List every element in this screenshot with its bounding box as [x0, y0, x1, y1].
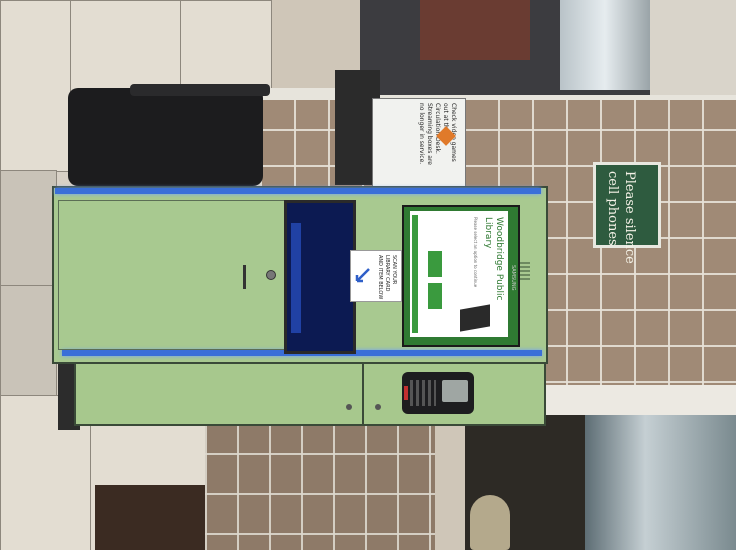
trash-can [68, 88, 263, 186]
door-handle[interactable] [243, 265, 246, 289]
instruction-note: SCAN YOUR LIBRARY CARD AND ITEM BELOW [350, 250, 402, 302]
wall-panel [650, 0, 736, 95]
screen-title-line-2: Library [483, 217, 493, 249]
card-reader-screen [442, 380, 468, 402]
plant [470, 495, 510, 550]
card-line: Streaming boxes are [426, 103, 433, 165]
photo-scene: Check video games out at the Circulation… [0, 0, 736, 550]
screen-footer-bar [412, 215, 418, 333]
silence-sign: Please silence cell phones [593, 162, 661, 264]
silence-sign-text: Please silence cell phones [604, 171, 638, 264]
silence-line-2: cell phones [605, 171, 620, 246]
card-reader[interactable] [402, 372, 474, 414]
note-line: LIBRARY CARD [384, 255, 390, 292]
glass-panel [560, 0, 650, 90]
screen-subtitle: Please select an option to continue [473, 217, 478, 288]
screen-title: Woodbridge Public Library [482, 217, 504, 300]
touchscreen[interactable]: Woodbridge Public Library Please select … [410, 211, 508, 337]
card-line: no longer in service. [418, 103, 425, 165]
kiosk-light-strip-top [55, 188, 541, 194]
note-text: SCAN YOUR LIBRARY CARD AND ITEM BELOW [376, 255, 397, 299]
door-lock [266, 270, 276, 280]
silence-line-1: Please silence [622, 171, 637, 264]
brick-column [205, 415, 435, 550]
screen-option-button[interactable] [428, 251, 442, 277]
kiosk-lower-cabinet [74, 360, 368, 426]
speaker-grille [520, 262, 530, 280]
glass-doors [585, 415, 736, 550]
cabinet-knob [375, 404, 381, 410]
card-reader-keypad[interactable] [410, 380, 436, 406]
return-slot-window[interactable] [284, 200, 356, 354]
window-glow [291, 223, 301, 333]
touchscreen-frame: Woodbridge Public Library Please select … [402, 205, 520, 347]
display-card: Check video games out at the Circulation… [372, 98, 466, 188]
note-line: SCAN YOUR [391, 255, 397, 285]
brand-label: SAMSUNG [510, 265, 516, 291]
trash-can-rim [130, 84, 270, 96]
cabinet-knob [346, 404, 352, 410]
card-reader-accent [404, 386, 408, 400]
streaming-box-image [460, 304, 490, 332]
trim [540, 385, 736, 415]
note-line: AND ITEM BELOW [377, 255, 383, 300]
kiosk-door [58, 200, 288, 350]
store-shelf [420, 0, 530, 60]
screen-option-button[interactable] [428, 283, 442, 309]
screen-title-line-1: Woodbridge Public [494, 217, 504, 301]
arrow-down-icon [355, 267, 371, 283]
